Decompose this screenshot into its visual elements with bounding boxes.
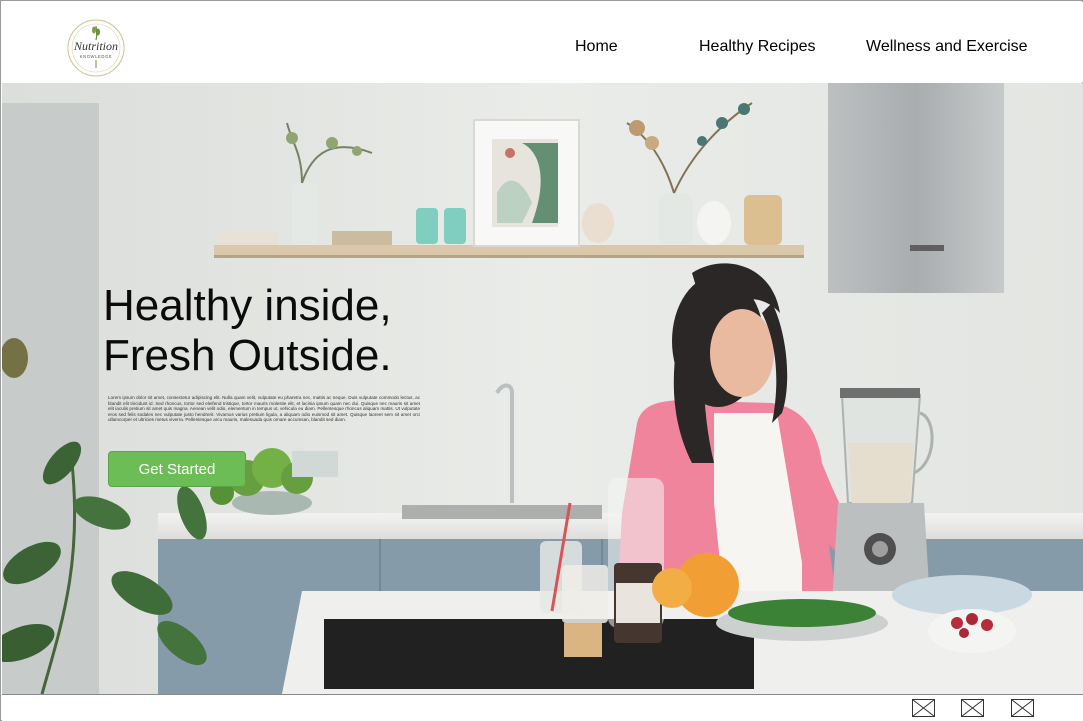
- get-started-button[interactable]: Get Started: [108, 451, 246, 487]
- envelope-icon[interactable]: [961, 699, 984, 717]
- hero-section: Healthy inside, Fresh Outside. Lorem ips…: [2, 83, 1083, 694]
- svg-text:Nutrition: Nutrition: [73, 39, 118, 53]
- hero-headline: Healthy inside, Fresh Outside.: [103, 281, 443, 381]
- headline-line-2: Fresh Outside.: [103, 331, 392, 380]
- hero-background-image: [2, 83, 1083, 694]
- site-footer: [2, 694, 1083, 721]
- site-header: Nutrition KNOWLEDGE Home Healthy Recipes…: [2, 2, 1083, 82]
- hero-description: Lorem ipsum dolor sit amet, consectetur …: [108, 395, 420, 423]
- page: Nutrition KNOWLEDGE Home Healthy Recipes…: [0, 0, 1083, 721]
- headline-line-1: Healthy inside,: [103, 281, 392, 330]
- envelope-icon[interactable]: [912, 699, 935, 717]
- nutrition-knowledge-logo[interactable]: Nutrition KNOWLEDGE: [64, 18, 128, 78]
- nav-home[interactable]: Home: [575, 38, 618, 56]
- nav-healthy-recipes[interactable]: Healthy Recipes: [699, 38, 816, 56]
- svg-text:KNOWLEDGE: KNOWLEDGE: [80, 54, 113, 59]
- nav-wellness-exercise[interactable]: Wellness and Exercise: [866, 38, 1028, 56]
- envelope-icon[interactable]: [1011, 699, 1034, 717]
